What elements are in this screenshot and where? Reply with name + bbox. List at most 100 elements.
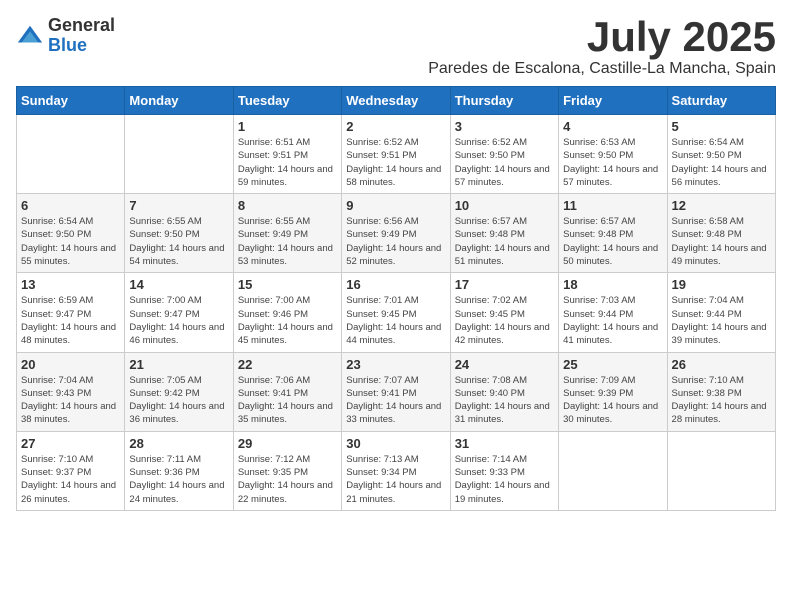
day-info: Sunrise: 7:11 AMSunset: 9:36 PMDaylight:…	[129, 453, 228, 506]
calendar-cell: 4 Sunrise: 6:53 AMSunset: 9:50 PMDaylight…	[559, 115, 667, 194]
calendar-week-3: 13 Sunrise: 6:59 AMSunset: 9:47 PMDayligh…	[17, 273, 776, 352]
calendar-cell: 18 Sunrise: 7:03 AMSunset: 9:44 PMDayligh…	[559, 273, 667, 352]
calendar-cell: 8 Sunrise: 6:55 AMSunset: 9:49 PMDaylight…	[233, 194, 341, 273]
calendar-week-2: 6Sunrise: 6:54 AMSunset: 9:50 PMDaylight…	[17, 194, 776, 273]
day-number: 9	[346, 198, 445, 213]
calendar-week-5: 27 Sunrise: 7:10 AMSunset: 9:37 PMDayligh…	[17, 431, 776, 510]
calendar-cell: 23Sunrise: 7:07 AMSunset: 9:41 PMDayligh…	[342, 352, 450, 431]
calendar-cell	[125, 115, 233, 194]
day-number: 3	[455, 119, 554, 134]
day-number: 19	[672, 277, 771, 292]
calendar-cell: 14 Sunrise: 7:00 AMSunset: 9:47 PMDayligh…	[125, 273, 233, 352]
calendar-cell	[559, 431, 667, 510]
day-info: Sunrise: 6:54 AMSunset: 9:50 PMDaylight:…	[672, 136, 771, 189]
header-monday: Monday	[125, 87, 233, 115]
calendar-cell	[667, 431, 775, 510]
logo-text: General Blue	[48, 16, 115, 56]
day-number: 25	[563, 357, 662, 372]
calendar-cell	[17, 115, 125, 194]
day-number: 16	[346, 277, 445, 292]
day-info: Sunrise: 7:14 AMSunset: 9:33 PMDaylight:…	[455, 453, 554, 506]
day-info: Sunrise: 7:09 AMSunset: 9:39 PMDaylight:…	[563, 374, 662, 427]
day-info: Sunrise: 6:55 AMSunset: 9:49 PMDaylight:…	[238, 215, 337, 268]
day-info: Sunrise: 7:03 AMSunset: 9:44 PMDaylight:…	[563, 294, 662, 347]
day-number: 22	[238, 357, 337, 372]
day-number: 28	[129, 436, 228, 451]
day-number: 30	[346, 436, 445, 451]
day-number: 31	[455, 436, 554, 451]
header-tuesday: Tuesday	[233, 87, 341, 115]
calendar-cell: 1 Sunrise: 6:51 AMSunset: 9:51 PMDaylight…	[233, 115, 341, 194]
calendar-week-1: 1 Sunrise: 6:51 AMSunset: 9:51 PMDaylight…	[17, 115, 776, 194]
day-info: Sunrise: 7:04 AMSunset: 9:44 PMDaylight:…	[672, 294, 771, 347]
calendar-cell: 21 Sunrise: 7:05 AMSunset: 9:42 PMDayligh…	[125, 352, 233, 431]
day-number: 8	[238, 198, 337, 213]
header-wednesday: Wednesday	[342, 87, 450, 115]
calendar-cell: 29 Sunrise: 7:12 AMSunset: 9:35 PMDayligh…	[233, 431, 341, 510]
day-info: Sunrise: 7:01 AMSunset: 9:45 PMDaylight:…	[346, 294, 445, 347]
calendar-cell: 13 Sunrise: 6:59 AMSunset: 9:47 PMDayligh…	[17, 273, 125, 352]
day-info: Sunrise: 7:12 AMSunset: 9:35 PMDaylight:…	[238, 453, 337, 506]
calendar-cell: 10 Sunrise: 6:57 AMSunset: 9:48 PMDayligh…	[450, 194, 558, 273]
day-info: Sunrise: 7:13 AMSunset: 9:34 PMDaylight:…	[346, 453, 445, 506]
day-number: 18	[563, 277, 662, 292]
day-info: Sunrise: 7:10 AMSunset: 9:38 PMDaylight:…	[672, 374, 771, 427]
calendar-cell: 22 Sunrise: 7:06 AMSunset: 9:41 PMDayligh…	[233, 352, 341, 431]
month-title: July 2025	[428, 16, 776, 58]
day-info: Sunrise: 6:59 AMSunset: 9:47 PMDaylight:…	[21, 294, 120, 347]
day-info: Sunrise: 7:10 AMSunset: 9:37 PMDaylight:…	[21, 453, 120, 506]
day-number: 13	[21, 277, 120, 292]
header-sunday: Sunday	[17, 87, 125, 115]
calendar-table: SundayMondayTuesdayWednesdayThursdayFrid…	[16, 86, 776, 511]
calendar-cell: 24 Sunrise: 7:08 AMSunset: 9:40 PMDayligh…	[450, 352, 558, 431]
day-info: Sunrise: 6:57 AMSunset: 9:48 PMDaylight:…	[563, 215, 662, 268]
header-friday: Friday	[559, 87, 667, 115]
calendar-cell: 11Sunrise: 6:57 AMSunset: 9:48 PMDayligh…	[559, 194, 667, 273]
day-info: Sunrise: 7:02 AMSunset: 9:45 PMDaylight:…	[455, 294, 554, 347]
calendar-cell: 15Sunrise: 7:00 AMSunset: 9:46 PMDayligh…	[233, 273, 341, 352]
calendar-cell: 16 Sunrise: 7:01 AMSunset: 9:45 PMDayligh…	[342, 273, 450, 352]
day-number: 27	[21, 436, 120, 451]
calendar-cell: 17 Sunrise: 7:02 AMSunset: 9:45 PMDayligh…	[450, 273, 558, 352]
day-info: Sunrise: 7:05 AMSunset: 9:42 PMDaylight:…	[129, 374, 228, 427]
day-number: 7	[129, 198, 228, 213]
calendar-cell: 25 Sunrise: 7:09 AMSunset: 9:39 PMDayligh…	[559, 352, 667, 431]
day-number: 10	[455, 198, 554, 213]
day-number: 15	[238, 277, 337, 292]
day-number: 5	[672, 119, 771, 134]
calendar-cell: 27 Sunrise: 7:10 AMSunset: 9:37 PMDayligh…	[17, 431, 125, 510]
day-number: 1	[238, 119, 337, 134]
calendar-cell: 7Sunrise: 6:55 AMSunset: 9:50 PMDaylight…	[125, 194, 233, 273]
calendar-cell: 31 Sunrise: 7:14 AMSunset: 9:33 PMDayligh…	[450, 431, 558, 510]
day-number: 29	[238, 436, 337, 451]
day-info: Sunrise: 6:57 AMSunset: 9:48 PMDaylight:…	[455, 215, 554, 268]
day-number: 12	[672, 198, 771, 213]
calendar-cell: 9 Sunrise: 6:56 AMSunset: 9:49 PMDaylight…	[342, 194, 450, 273]
calendar-cell: 30 Sunrise: 7:13 AMSunset: 9:34 PMDayligh…	[342, 431, 450, 510]
header-saturday: Saturday	[667, 87, 775, 115]
day-info: Sunrise: 7:00 AMSunset: 9:47 PMDaylight:…	[129, 294, 228, 347]
location-title: Paredes de Escalona, Castille-La Mancha,…	[428, 60, 776, 78]
day-number: 14	[129, 277, 228, 292]
calendar-week-4: 20Sunrise: 7:04 AMSunset: 9:43 PMDayligh…	[17, 352, 776, 431]
day-info: Sunrise: 6:56 AMSunset: 9:49 PMDaylight:…	[346, 215, 445, 268]
day-number: 20	[21, 357, 120, 372]
day-number: 4	[563, 119, 662, 134]
day-info: Sunrise: 6:53 AMSunset: 9:50 PMDaylight:…	[563, 136, 662, 189]
day-number: 26	[672, 357, 771, 372]
day-info: Sunrise: 6:54 AMSunset: 9:50 PMDaylight:…	[21, 215, 120, 268]
day-info: Sunrise: 6:52 AMSunset: 9:51 PMDaylight:…	[346, 136, 445, 189]
day-info: Sunrise: 7:08 AMSunset: 9:40 PMDaylight:…	[455, 374, 554, 427]
logo-blue: Blue	[48, 36, 115, 56]
day-info: Sunrise: 7:07 AMSunset: 9:41 PMDaylight:…	[346, 374, 445, 427]
page-header: General Blue July 2025 Paredes de Escalo…	[16, 16, 776, 78]
day-number: 17	[455, 277, 554, 292]
calendar-cell: 28 Sunrise: 7:11 AMSunset: 9:36 PMDayligh…	[125, 431, 233, 510]
day-number: 24	[455, 357, 554, 372]
title-area: July 2025 Paredes de Escalona, Castille-…	[428, 16, 776, 78]
calendar-cell: 20Sunrise: 7:04 AMSunset: 9:43 PMDayligh…	[17, 352, 125, 431]
day-info: Sunrise: 7:06 AMSunset: 9:41 PMDaylight:…	[238, 374, 337, 427]
day-number: 21	[129, 357, 228, 372]
day-info: Sunrise: 6:51 AMSunset: 9:51 PMDaylight:…	[238, 136, 337, 189]
calendar-cell: 6Sunrise: 6:54 AMSunset: 9:50 PMDaylight…	[17, 194, 125, 273]
